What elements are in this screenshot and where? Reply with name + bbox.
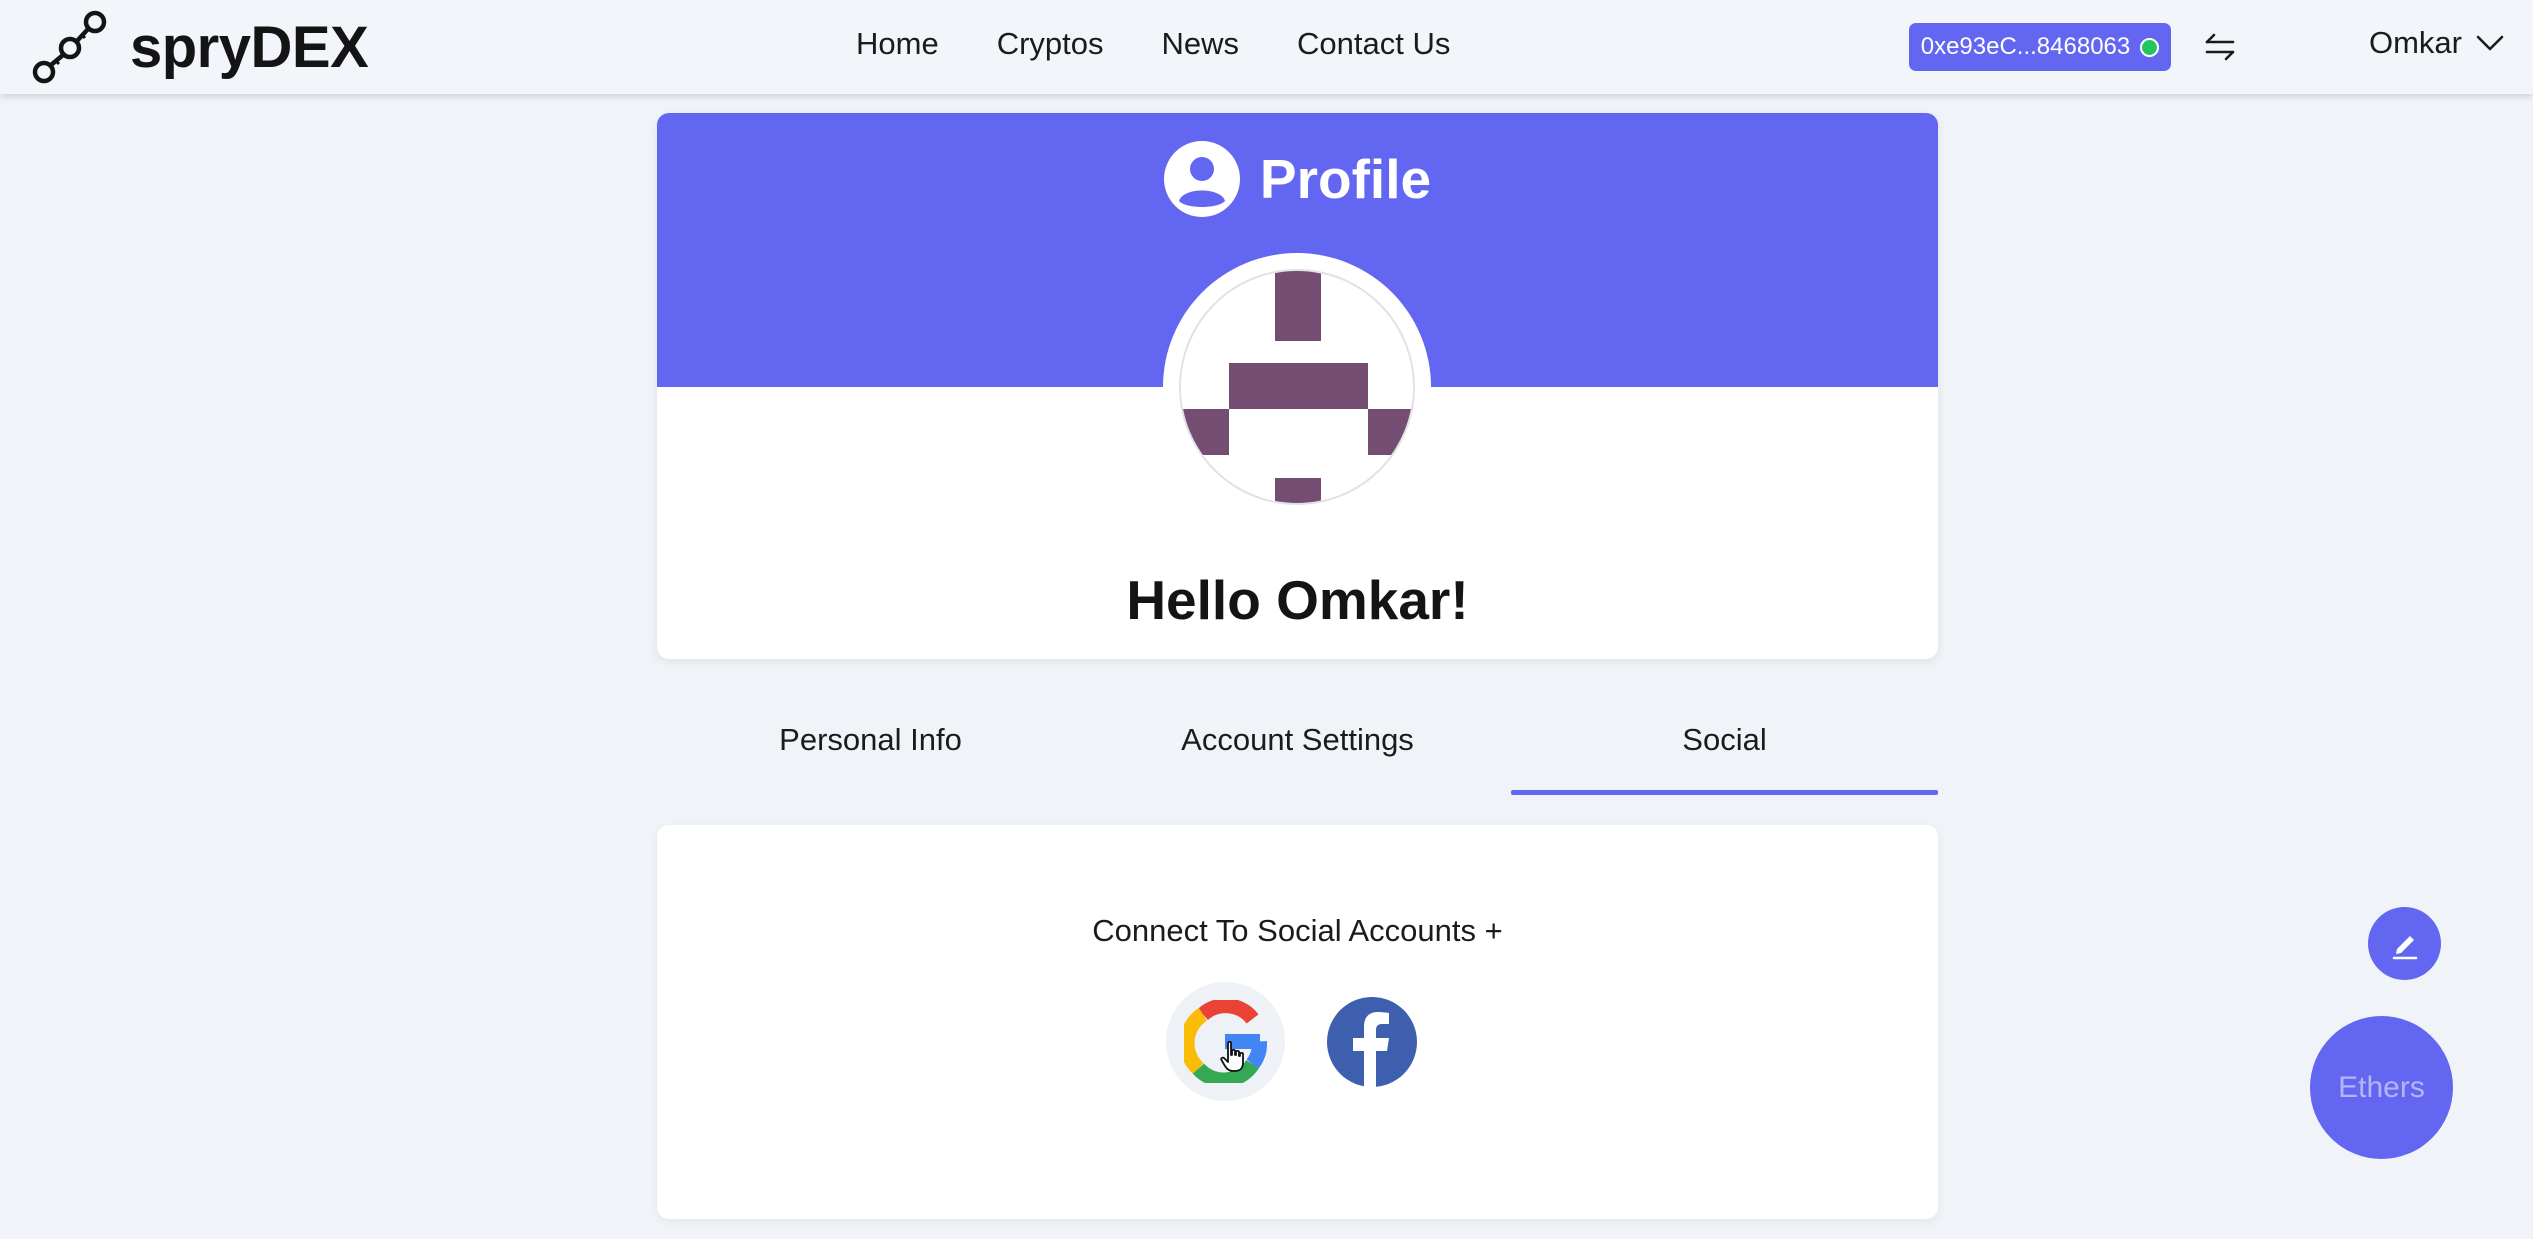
nav-link-cryptos[interactable]: Cryptos [997,26,1104,62]
greeting-text: Hello Omkar! [1126,569,1469,631]
wallet-address-button[interactable]: 0xe93eC...8468063 [1909,23,2171,71]
nav-link-contact-us[interactable]: Contact Us [1297,26,1450,62]
facebook-icon [1327,997,1417,1087]
tab-social[interactable]: Social [1511,700,1938,795]
nav-link-news[interactable]: News [1162,26,1240,62]
identicon-pattern [1181,271,1413,503]
hand-cursor-icon [1220,1040,1244,1072]
edit-profile-button[interactable] [2368,907,2441,980]
user-name: Omkar [2369,25,2462,60]
wallet-address: 0xe93eC...8468063 [1920,33,2131,60]
connected-status-dot [2140,37,2160,57]
user-menu-dropdown[interactable]: Omkar [2369,25,2504,61]
chain-logo-icon[interactable] [30,8,110,86]
top-navbar: spryDEX Home Cryptos News Contact Us 0xe… [0,0,2533,94]
profile-tabs: Personal Info Account Settings Social [657,700,1938,795]
brand-name[interactable]: spryDEX [130,14,369,81]
profile-heading: Profile [657,141,1938,217]
profile-title: Profile [1259,148,1432,210]
connect-social-heading: Connect To Social Accounts + [1092,913,1503,948]
connect-facebook-button[interactable] [1327,997,1417,1087]
pencil-icon [2392,935,2417,959]
social-accounts-card: Connect To Social Accounts + [657,825,1938,1219]
ethers-button[interactable]: Ethers [2310,1016,2453,1159]
tab-account-settings[interactable]: Account Settings [1084,700,1511,795]
avatar[interactable] [1163,253,1431,521]
tab-personal-info[interactable]: Personal Info [657,700,1084,795]
swap-arrows-icon[interactable] [2203,30,2237,64]
chevron-down-icon [2476,35,2504,51]
profile-card: Profile Hello Omkar! [657,113,1938,659]
nav-link-home[interactable]: Home [856,26,939,62]
user-circle-icon [1163,141,1240,217]
identicon-avatar [1179,269,1415,505]
main-nav: Home Cryptos News Contact Us [856,26,1508,62]
